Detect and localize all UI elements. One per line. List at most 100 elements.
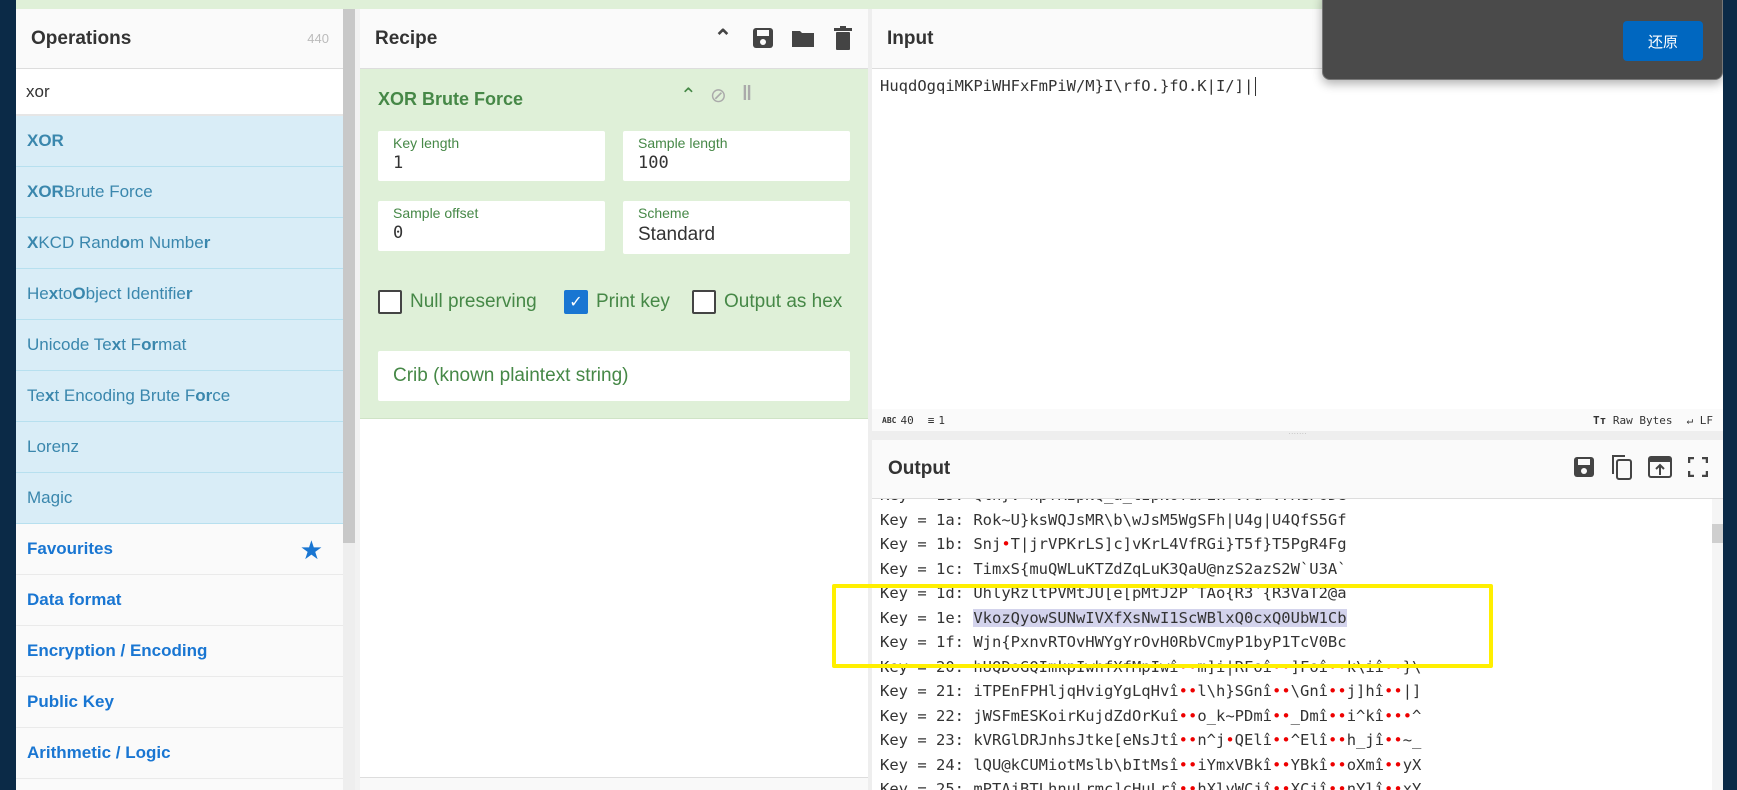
replace-input-with-output-icon[interactable] <box>1647 454 1673 480</box>
copy-output-icon[interactable] <box>1609 454 1635 480</box>
crib-placeholder: Crib (known plaintext string) <box>393 365 629 386</box>
output-row: Key = 1a: Rok~U}ksWQJsMR\b\wJsM5WgSFh|U4… <box>880 508 1421 533</box>
output-text: lQU@kCUMiotMslb\bItMsî <box>973 755 1179 774</box>
checkbox-unchecked[interactable] <box>692 290 716 314</box>
match-highlight: r <box>185 284 193 303</box>
unprintable-char-dot: • <box>1187 731 1198 750</box>
operation-name-part: Te <box>27 386 45 405</box>
unprintable-char-dot: • <box>1337 780 1347 790</box>
clear-recipe-trash-icon[interactable] <box>830 25 856 51</box>
operation-name-part: Magic <box>27 488 73 507</box>
output-as-hex-checkbox[interactable]: Output as hex <box>692 290 842 314</box>
sample-offset-field[interactable]: Sample offset 0 <box>378 201 605 251</box>
restore-button[interactable]: 还原 <box>1623 21 1703 61</box>
operations-scrollbar-thumb[interactable] <box>343 9 355 543</box>
category-item[interactable]: Public Key <box>16 677 343 728</box>
eol-selector[interactable]: ↵ LF <box>1687 414 1714 427</box>
io-resizer[interactable]: ······· <box>872 430 1723 440</box>
scheme-select[interactable]: Scheme Standard <box>623 201 850 254</box>
collapse-operation-icon[interactable]: ⌃ <box>680 83 697 108</box>
output-row: Key = 23: kVRGlDRJnhsJtke[eNsJtî••n^j•QE… <box>880 728 1421 753</box>
match-highlight: X <box>27 233 39 252</box>
unprintable-char-dot: • <box>1178 706 1188 725</box>
disable-operation-icon[interactable]: ⊘ <box>710 83 727 108</box>
checkmark-icon[interactable]: ✓ <box>564 290 588 314</box>
output-as-hex-label: Output as hex <box>724 291 843 312</box>
encoding-selector[interactable]: Tт Raw Bytes <box>1593 414 1672 427</box>
operation-result-item[interactable]: Lorenz <box>16 422 343 473</box>
scheme-value[interactable]: Standard <box>638 224 715 246</box>
operation-result-item[interactable]: XOR Brute Force <box>16 167 343 218</box>
io-panel: Input HuqdOgqiMKPiWHFxFmPiW/M}I\rfO.}fO.… <box>872 9 1723 790</box>
highlight-annotation-box <box>832 584 1493 668</box>
length-icon: ABC <box>882 415 897 425</box>
sample-offset-label: Sample offset <box>393 205 479 221</box>
unprintable-char-dot: • <box>1281 706 1291 725</box>
unprintable-char-dot: • <box>1281 780 1291 790</box>
operation-result-item[interactable]: Te x t Encoding Brute For ce <box>16 371 343 422</box>
print-key-checkbox[interactable]: ✓ Print key <box>564 290 670 314</box>
output-key-prefix: Key = 1b: <box>880 535 974 554</box>
save-recipe-icon[interactable] <box>750 25 776 51</box>
category-item[interactable]: Data format <box>16 575 343 626</box>
lines-icon: ≡ <box>927 413 935 427</box>
output-value: mPTAjBTLhnuLrmc]cHuLrî••hXlyWCjî••XCjî••… <box>973 780 1421 790</box>
output-text: i^kî <box>1346 706 1385 725</box>
return-arrow-icon: ↵ <box>1686 413 1694 427</box>
output-key-prefix: Key = 24: <box>880 755 974 774</box>
input-textarea[interactable]: HuqdOgqiMKPiWHFxFmPiW/M}I\rfO.}fO.K|I/]| <box>880 69 1257 103</box>
operation-result-item[interactable]: He x to Object Identifie r <box>16 269 343 320</box>
output-text: ~_ <box>1402 731 1422 750</box>
output-text: l\h}SGnî <box>1197 682 1272 701</box>
category-item[interactable]: Favourites ★ <box>16 524 343 575</box>
operation-result-item[interactable]: XOR <box>16 116 343 167</box>
output-scrollbar-thumb[interactable] <box>1712 524 1723 543</box>
output-text: \Gnî <box>1290 682 1328 701</box>
operations-count: 440 <box>307 31 329 46</box>
match-highlight: x <box>48 284 59 303</box>
category-label: Data format <box>27 590 122 609</box>
output-text: jWSFmESKoirKujdZdOrKuî <box>973 706 1179 725</box>
unprintable-char-dot: • <box>1337 682 1347 701</box>
operation-result-item[interactable]: Magic <box>16 473 343 524</box>
operations-search-input[interactable] <box>16 69 343 116</box>
unprintable-char-dot: • <box>1271 780 1282 790</box>
operation-result-item[interactable]: X KCD Rand o m Numbe r <box>16 218 343 269</box>
output-text: hXlyWCjî <box>1197 780 1272 790</box>
maximise-output-icon[interactable] <box>1685 454 1711 480</box>
key-length-field[interactable]: Key length 1 <box>378 131 605 181</box>
operation-name-part: bject Identifie <box>85 284 186 303</box>
input-value[interactable]: HuqdOgqiMKPiWHFxFmPiW/M}I\rfO.}fO.K|I/]| <box>880 77 1253 95</box>
output-text: ^Elî <box>1290 731 1329 750</box>
sample-length-field[interactable]: Sample length 100 <box>623 131 850 181</box>
output-header: Output <box>872 440 1723 499</box>
category-item[interactable] <box>16 779 343 787</box>
category-item[interactable]: Encryption / Encoding <box>16 626 343 677</box>
unprintable-char-dot: • <box>1393 731 1403 750</box>
save-output-icon[interactable] <box>1571 454 1597 480</box>
key-length-value[interactable]: 1 <box>393 153 403 173</box>
load-recipe-folder-icon[interactable] <box>790 25 816 51</box>
crib-input[interactable]: Crib (known plaintext string) <box>378 351 850 401</box>
recipe-title: Recipe <box>375 27 438 49</box>
unprintable-char-dot: • <box>1225 731 1235 750</box>
collapse-all-icon[interactable]: ⌃ <box>710 25 736 51</box>
key-length-label: Key length <box>393 135 460 151</box>
unprintable-char-dot: • <box>1272 731 1282 750</box>
operation-result-item[interactable]: Unicode Te x t For mat <box>16 320 343 371</box>
output-key-prefix: Key = 19: <box>880 499 973 504</box>
breakpoint-pause-icon[interactable]: ‖ <box>742 83 752 106</box>
encoding-value: Raw Bytes <box>1612 413 1673 427</box>
category-item[interactable]: Arithmetic / Logic <box>16 728 343 779</box>
sample-length-value[interactable]: 100 <box>638 153 669 173</box>
operation-name-part: Brute Force <box>63 182 153 201</box>
match-highlight: x <box>111 335 122 354</box>
checkbox-unchecked[interactable] <box>378 290 402 314</box>
output-row: Key = 1c: TimxS{muQWLuKTZdZqLuK3QaU@nzS2… <box>880 557 1421 582</box>
null-preserving-checkbox[interactable]: Null preserving <box>378 290 537 314</box>
print-key-label: Print key <box>596 291 670 312</box>
category-label: Encryption / Encoding <box>27 641 208 660</box>
sample-offset-value[interactable]: 0 <box>393 223 403 243</box>
operation-name-part: to <box>58 284 73 303</box>
recipe-operation-xor-brute-force[interactable]: XOR Brute Force ⌃ ⊘ ‖ Key length 1 Sampl… <box>360 69 868 419</box>
